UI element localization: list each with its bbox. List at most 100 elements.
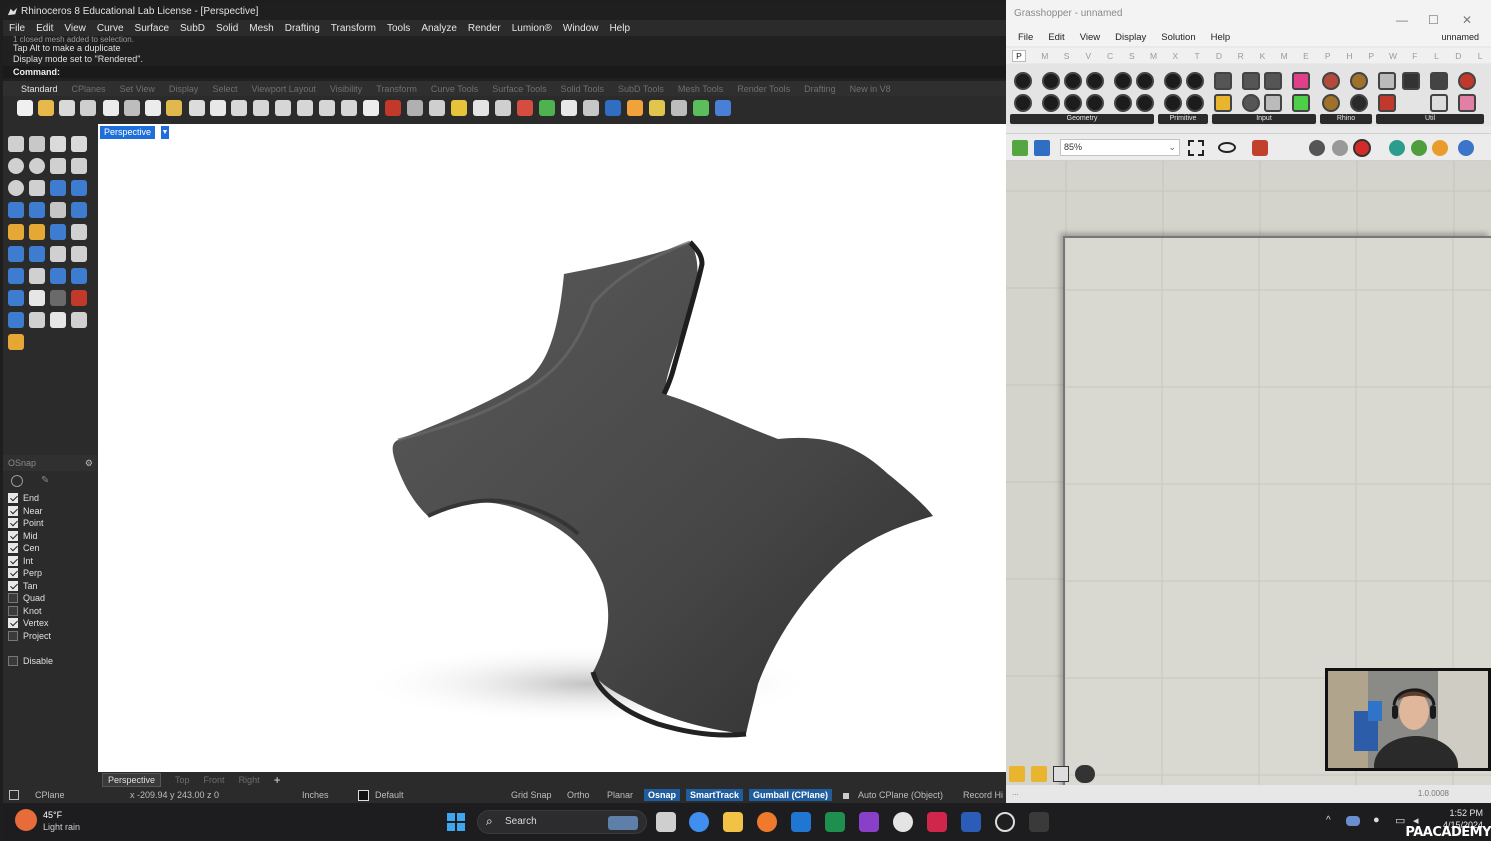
cplane-icon[interactable] — [71, 312, 87, 328]
gh-category-tab[interactable]: E — [1295, 51, 1317, 61]
check-icon[interactable] — [50, 312, 66, 328]
osnap-option-int[interactable]: Int — [8, 555, 33, 567]
gh-rhino-icon[interactable] — [1350, 94, 1368, 112]
gh-component-icon[interactable] — [1086, 72, 1104, 90]
menu-view[interactable]: View — [64, 23, 86, 34]
osnap-checkbox[interactable] — [8, 543, 18, 553]
selected-only-icon[interactable] — [1389, 140, 1405, 156]
zoom-window-icon[interactable] — [275, 100, 291, 116]
gh-menu-display[interactable]: Display — [1115, 32, 1146, 43]
trim-icon[interactable] — [71, 224, 87, 240]
menu-analyze[interactable]: Analyze — [421, 23, 457, 34]
status-smarttrack[interactable]: SmartTrack — [686, 789, 744, 801]
gh-category-tab[interactable]: X — [1164, 51, 1186, 61]
gh-group-util[interactable]: Util — [1376, 114, 1484, 124]
gh-component-icon[interactable] — [1114, 72, 1132, 90]
gh-component-icon[interactable] — [1042, 72, 1060, 90]
gh-component-icon[interactable] — [1064, 94, 1082, 112]
viewport-title[interactable]: Perspective — [100, 126, 156, 139]
gh-category-tab[interactable]: P — [1317, 51, 1339, 61]
tab-standard[interactable]: Standard — [21, 84, 58, 94]
box-icon[interactable] — [8, 202, 24, 218]
panel-toggle-icon[interactable] — [9, 790, 19, 800]
gh-category-tab[interactable]: M — [1143, 51, 1165, 61]
gh-component-icon[interactable] — [1014, 72, 1032, 90]
status-gumball[interactable]: Gumball (CPlane) — [749, 789, 833, 801]
point-icon[interactable] — [29, 136, 45, 152]
gh-menu-view[interactable]: View — [1080, 32, 1100, 43]
tab-visibility[interactable]: Visibility — [330, 84, 362, 94]
menu-subd[interactable]: SubD — [180, 23, 205, 34]
copy-icon[interactable] — [145, 100, 161, 116]
layer-color-swatch[interactable] — [358, 789, 369, 801]
status-layer[interactable]: Default — [375, 790, 404, 800]
gh-component-icon[interactable] — [1136, 94, 1154, 112]
tab-curve-tools[interactable]: Curve Tools — [431, 84, 478, 94]
gh-util-icon[interactable] — [1458, 94, 1476, 112]
gh-slider-icon[interactable] — [1214, 94, 1232, 112]
tab-drafting[interactable]: Drafting — [804, 84, 836, 94]
osnap-option-quad[interactable]: Quad — [8, 592, 45, 604]
tab-select[interactable]: Select — [212, 84, 237, 94]
gh-param-icon[interactable] — [1242, 72, 1260, 90]
osnap-option-project[interactable]: Project — [8, 630, 51, 642]
chrome-icon[interactable] — [689, 812, 709, 832]
gh-menu-file[interactable]: File — [1018, 32, 1033, 43]
gh-param-icon[interactable] — [1214, 72, 1232, 90]
gh-category-tab[interactable]: M — [1273, 51, 1295, 61]
select-arrow-icon[interactable] — [8, 136, 24, 152]
arc-icon[interactable] — [8, 180, 24, 196]
gh-component-icon[interactable] — [1164, 72, 1182, 90]
snap-mode-icon[interactable] — [11, 475, 23, 487]
rotate-view-icon[interactable] — [231, 100, 247, 116]
boolean-icon[interactable] — [8, 224, 24, 240]
array-icon[interactable] — [50, 268, 66, 284]
lights-icon[interactable] — [451, 100, 467, 116]
osnap-disable-row[interactable]: Disable — [8, 655, 53, 667]
gh-gradient-icon[interactable] — [1292, 72, 1310, 90]
viewport-tab-right[interactable]: Right — [239, 775, 260, 785]
tab-transform[interactable]: Transform — [376, 84, 417, 94]
weather-widget[interactable]: 45°F Light rain — [43, 809, 80, 833]
surface-icon[interactable] — [71, 202, 87, 218]
file-explorer-icon[interactable] — [723, 812, 743, 832]
sketch-icon[interactable] — [1252, 140, 1268, 156]
cut-icon[interactable] — [124, 100, 140, 116]
gh-category-tab[interactable]: L — [1469, 51, 1491, 61]
osnap-checkbox[interactable] — [8, 518, 18, 528]
canvas-widget-icon[interactable] — [1009, 766, 1025, 782]
menu-transform[interactable]: Transform — [331, 23, 376, 34]
open-folder-icon[interactable] — [1012, 140, 1028, 156]
osnap-checkbox[interactable] — [8, 580, 18, 591]
material-icon[interactable] — [1432, 140, 1448, 156]
polygon-icon[interactable] — [50, 158, 66, 174]
four-views-icon[interactable] — [363, 100, 379, 116]
light-tool-icon[interactable] — [8, 334, 24, 350]
osnap-option-near[interactable]: Near — [8, 505, 43, 517]
gh-category-tab[interactable]: M — [1034, 51, 1056, 61]
polyline-icon[interactable] — [50, 136, 66, 152]
gh-category-tab[interactable]: P — [1012, 49, 1026, 62]
gh-rhino-icon[interactable] — [1350, 72, 1368, 90]
windows-start-icon[interactable] — [446, 812, 466, 832]
gh-util-icon[interactable] — [1378, 72, 1396, 90]
pan-icon[interactable] — [210, 100, 226, 116]
network-icon[interactable]: ▭ — [1395, 814, 1405, 827]
grid-icon[interactable] — [29, 290, 45, 306]
gh-util-icon[interactable] — [1378, 94, 1396, 112]
viewport-dropdown-icon[interactable]: ▼ — [160, 126, 169, 139]
osnap-option-vertex[interactable]: Vertex — [8, 617, 49, 629]
gh-category-tab[interactable]: D — [1208, 51, 1230, 61]
status-grid-snap[interactable]: Grid Snap — [511, 790, 552, 800]
osnap-option-knot[interactable]: Knot — [8, 605, 42, 617]
sphere-icon[interactable] — [1458, 140, 1474, 156]
preview-mode-icon[interactable] — [1309, 140, 1325, 156]
curve-icon[interactable] — [71, 136, 87, 152]
gh-group-rhino[interactable]: Rhino — [1320, 114, 1372, 124]
gh-category-tab[interactable]: L — [1426, 51, 1448, 61]
gh-component-icon[interactable] — [1014, 94, 1032, 112]
scale-icon[interactable] — [71, 246, 87, 262]
gh-menu-solution[interactable]: Solution — [1161, 32, 1195, 43]
tab-solid-tools[interactable]: Solid Tools — [561, 84, 604, 94]
onenote-icon[interactable] — [859, 812, 879, 832]
